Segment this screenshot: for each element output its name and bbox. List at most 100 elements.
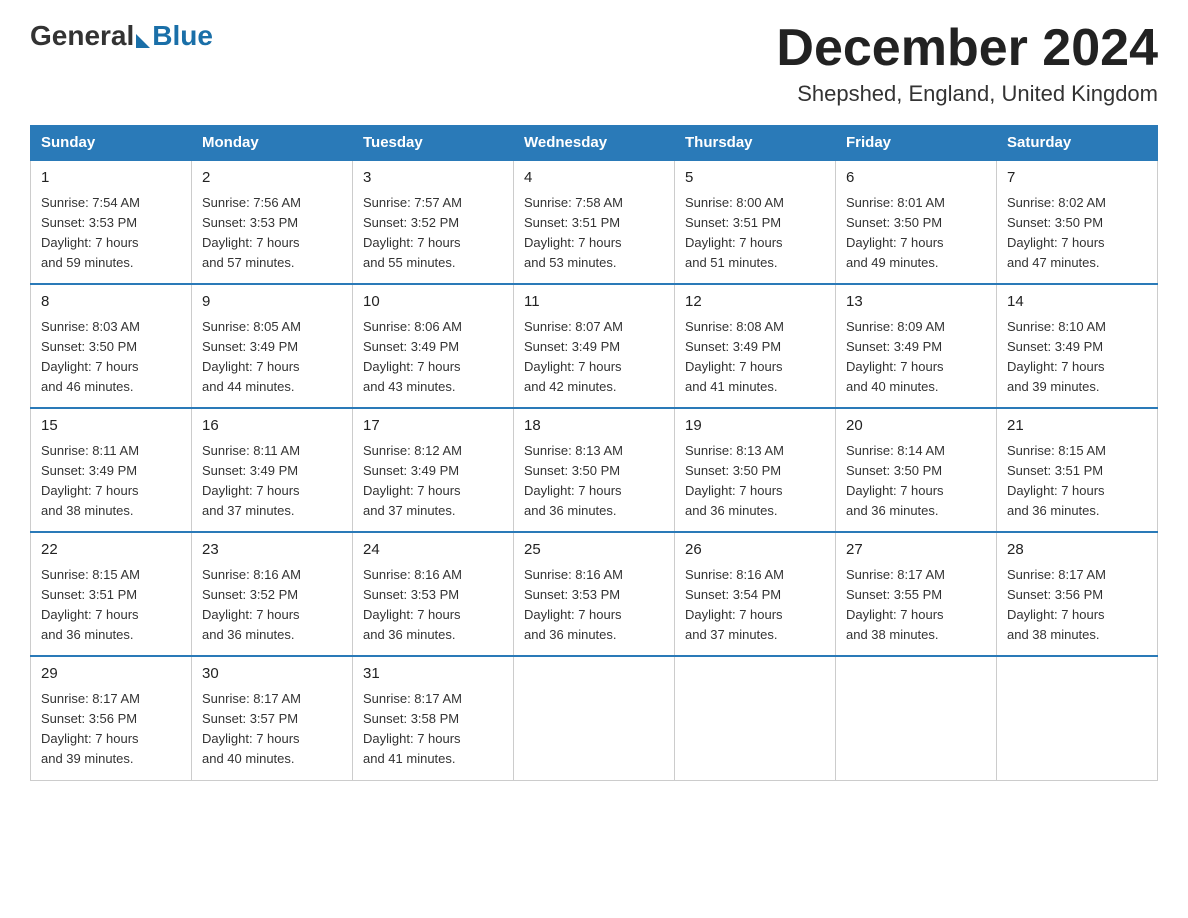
day-number: 12 bbox=[685, 291, 825, 314]
calendar-day-cell: 23 Sunrise: 8:16 AMSunset: 3:52 PMDaylig… bbox=[192, 532, 353, 656]
day-info: Sunrise: 8:00 AMSunset: 3:51 PMDaylight:… bbox=[685, 193, 825, 274]
day-info: Sunrise: 8:11 AMSunset: 3:49 PMDaylight:… bbox=[41, 441, 181, 522]
day-number: 17 bbox=[363, 415, 503, 438]
calendar-day-cell: 27 Sunrise: 8:17 AMSunset: 3:55 PMDaylig… bbox=[836, 532, 997, 656]
calendar-day-cell: 16 Sunrise: 8:11 AMSunset: 3:49 PMDaylig… bbox=[192, 408, 353, 532]
calendar-day-cell: 25 Sunrise: 8:16 AMSunset: 3:53 PMDaylig… bbox=[514, 532, 675, 656]
calendar-day-cell: 31 Sunrise: 8:17 AMSunset: 3:58 PMDaylig… bbox=[353, 656, 514, 780]
column-header-monday: Monday bbox=[192, 126, 353, 161]
calendar-empty-cell bbox=[997, 656, 1158, 780]
calendar-week-row: 29 Sunrise: 8:17 AMSunset: 3:56 PMDaylig… bbox=[31, 656, 1158, 780]
calendar-day-cell: 29 Sunrise: 8:17 AMSunset: 3:56 PMDaylig… bbox=[31, 656, 192, 780]
day-info: Sunrise: 8:06 AMSunset: 3:49 PMDaylight:… bbox=[363, 317, 503, 398]
page-subtitle: Shepshed, England, United Kingdom bbox=[776, 81, 1158, 107]
calendar-day-cell: 5 Sunrise: 8:00 AMSunset: 3:51 PMDayligh… bbox=[675, 160, 836, 284]
day-info: Sunrise: 8:16 AMSunset: 3:54 PMDaylight:… bbox=[685, 565, 825, 646]
day-number: 14 bbox=[1007, 291, 1147, 314]
day-number: 18 bbox=[524, 415, 664, 438]
day-info: Sunrise: 8:01 AMSunset: 3:50 PMDaylight:… bbox=[846, 193, 986, 274]
calendar-day-cell: 4 Sunrise: 7:58 AMSunset: 3:51 PMDayligh… bbox=[514, 160, 675, 284]
calendar-empty-cell bbox=[675, 656, 836, 780]
day-number: 19 bbox=[685, 415, 825, 438]
day-number: 20 bbox=[846, 415, 986, 438]
calendar-day-cell: 24 Sunrise: 8:16 AMSunset: 3:53 PMDaylig… bbox=[353, 532, 514, 656]
day-number: 5 bbox=[685, 167, 825, 190]
day-info: Sunrise: 7:58 AMSunset: 3:51 PMDaylight:… bbox=[524, 193, 664, 274]
day-info: Sunrise: 8:14 AMSunset: 3:50 PMDaylight:… bbox=[846, 441, 986, 522]
day-number: 8 bbox=[41, 291, 181, 314]
day-number: 27 bbox=[846, 539, 986, 562]
calendar-week-row: 1 Sunrise: 7:54 AMSunset: 3:53 PMDayligh… bbox=[31, 160, 1158, 284]
day-number: 29 bbox=[41, 663, 181, 686]
day-number: 10 bbox=[363, 291, 503, 314]
day-number: 25 bbox=[524, 539, 664, 562]
calendar-day-cell: 26 Sunrise: 8:16 AMSunset: 3:54 PMDaylig… bbox=[675, 532, 836, 656]
day-info: Sunrise: 8:10 AMSunset: 3:49 PMDaylight:… bbox=[1007, 317, 1147, 398]
column-header-thursday: Thursday bbox=[675, 126, 836, 161]
day-number: 28 bbox=[1007, 539, 1147, 562]
logo: General Blue bbox=[30, 20, 213, 52]
calendar-day-cell: 3 Sunrise: 7:57 AMSunset: 3:52 PMDayligh… bbox=[353, 160, 514, 284]
day-info: Sunrise: 8:09 AMSunset: 3:49 PMDaylight:… bbox=[846, 317, 986, 398]
calendar-week-row: 15 Sunrise: 8:11 AMSunset: 3:49 PMDaylig… bbox=[31, 408, 1158, 532]
column-header-friday: Friday bbox=[836, 126, 997, 161]
day-number: 9 bbox=[202, 291, 342, 314]
calendar-day-cell: 28 Sunrise: 8:17 AMSunset: 3:56 PMDaylig… bbox=[997, 532, 1158, 656]
day-number: 22 bbox=[41, 539, 181, 562]
day-info: Sunrise: 8:07 AMSunset: 3:49 PMDaylight:… bbox=[524, 317, 664, 398]
day-info: Sunrise: 8:13 AMSunset: 3:50 PMDaylight:… bbox=[685, 441, 825, 522]
day-info: Sunrise: 8:12 AMSunset: 3:49 PMDaylight:… bbox=[363, 441, 503, 522]
day-info: Sunrise: 8:16 AMSunset: 3:53 PMDaylight:… bbox=[363, 565, 503, 646]
day-info: Sunrise: 7:57 AMSunset: 3:52 PMDaylight:… bbox=[363, 193, 503, 274]
day-info: Sunrise: 8:17 AMSunset: 3:56 PMDaylight:… bbox=[1007, 565, 1147, 646]
day-number: 2 bbox=[202, 167, 342, 190]
column-header-saturday: Saturday bbox=[997, 126, 1158, 161]
day-number: 21 bbox=[1007, 415, 1147, 438]
calendar-day-cell: 18 Sunrise: 8:13 AMSunset: 3:50 PMDaylig… bbox=[514, 408, 675, 532]
calendar-day-cell: 7 Sunrise: 8:02 AMSunset: 3:50 PMDayligh… bbox=[997, 160, 1158, 284]
page-header: General Blue December 2024 Shepshed, Eng… bbox=[30, 20, 1158, 107]
calendar-day-cell: 8 Sunrise: 8:03 AMSunset: 3:50 PMDayligh… bbox=[31, 284, 192, 408]
day-info: Sunrise: 8:16 AMSunset: 3:53 PMDaylight:… bbox=[524, 565, 664, 646]
day-number: 1 bbox=[41, 167, 181, 190]
day-info: Sunrise: 8:17 AMSunset: 3:56 PMDaylight:… bbox=[41, 689, 181, 770]
day-number: 31 bbox=[363, 663, 503, 686]
day-info: Sunrise: 8:13 AMSunset: 3:50 PMDaylight:… bbox=[524, 441, 664, 522]
calendar-day-cell: 6 Sunrise: 8:01 AMSunset: 3:50 PMDayligh… bbox=[836, 160, 997, 284]
calendar-day-cell: 12 Sunrise: 8:08 AMSunset: 3:49 PMDaylig… bbox=[675, 284, 836, 408]
logo-blue-text: Blue bbox=[152, 20, 213, 52]
day-number: 23 bbox=[202, 539, 342, 562]
day-info: Sunrise: 8:17 AMSunset: 3:55 PMDaylight:… bbox=[846, 565, 986, 646]
calendar-day-cell: 20 Sunrise: 8:14 AMSunset: 3:50 PMDaylig… bbox=[836, 408, 997, 532]
day-info: Sunrise: 8:17 AMSunset: 3:57 PMDaylight:… bbox=[202, 689, 342, 770]
calendar-day-cell: 11 Sunrise: 8:07 AMSunset: 3:49 PMDaylig… bbox=[514, 284, 675, 408]
calendar-day-cell: 1 Sunrise: 7:54 AMSunset: 3:53 PMDayligh… bbox=[31, 160, 192, 284]
day-number: 6 bbox=[846, 167, 986, 190]
calendar-day-cell: 30 Sunrise: 8:17 AMSunset: 3:57 PMDaylig… bbox=[192, 656, 353, 780]
day-number: 30 bbox=[202, 663, 342, 686]
day-info: Sunrise: 7:56 AMSunset: 3:53 PMDaylight:… bbox=[202, 193, 342, 274]
calendar-day-cell: 2 Sunrise: 7:56 AMSunset: 3:53 PMDayligh… bbox=[192, 160, 353, 284]
day-info: Sunrise: 8:16 AMSunset: 3:52 PMDaylight:… bbox=[202, 565, 342, 646]
day-info: Sunrise: 8:11 AMSunset: 3:49 PMDaylight:… bbox=[202, 441, 342, 522]
day-info: Sunrise: 8:15 AMSunset: 3:51 PMDaylight:… bbox=[1007, 441, 1147, 522]
day-number: 4 bbox=[524, 167, 664, 190]
calendar-day-cell: 17 Sunrise: 8:12 AMSunset: 3:49 PMDaylig… bbox=[353, 408, 514, 532]
day-info: Sunrise: 8:03 AMSunset: 3:50 PMDaylight:… bbox=[41, 317, 181, 398]
day-number: 26 bbox=[685, 539, 825, 562]
day-number: 7 bbox=[1007, 167, 1147, 190]
calendar-empty-cell bbox=[514, 656, 675, 780]
column-header-wednesday: Wednesday bbox=[514, 126, 675, 161]
calendar-day-cell: 21 Sunrise: 8:15 AMSunset: 3:51 PMDaylig… bbox=[997, 408, 1158, 532]
day-info: Sunrise: 8:05 AMSunset: 3:49 PMDaylight:… bbox=[202, 317, 342, 398]
calendar-table: SundayMondayTuesdayWednesdayThursdayFrid… bbox=[30, 125, 1158, 780]
title-block: December 2024 Shepshed, England, United … bbox=[776, 20, 1158, 107]
day-info: Sunrise: 8:15 AMSunset: 3:51 PMDaylight:… bbox=[41, 565, 181, 646]
day-info: Sunrise: 8:08 AMSunset: 3:49 PMDaylight:… bbox=[685, 317, 825, 398]
calendar-week-row: 22 Sunrise: 8:15 AMSunset: 3:51 PMDaylig… bbox=[31, 532, 1158, 656]
calendar-week-row: 8 Sunrise: 8:03 AMSunset: 3:50 PMDayligh… bbox=[31, 284, 1158, 408]
day-info: Sunrise: 8:17 AMSunset: 3:58 PMDaylight:… bbox=[363, 689, 503, 770]
day-number: 24 bbox=[363, 539, 503, 562]
calendar-header-row: SundayMondayTuesdayWednesdayThursdayFrid… bbox=[31, 126, 1158, 161]
calendar-day-cell: 9 Sunrise: 8:05 AMSunset: 3:49 PMDayligh… bbox=[192, 284, 353, 408]
